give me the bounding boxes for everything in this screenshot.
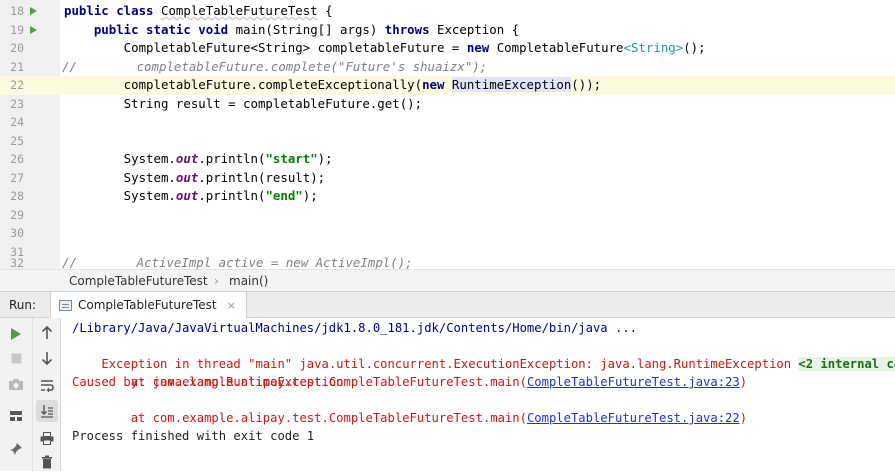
code-line-30[interactable]: 30 [0,224,895,243]
code-text: ); [302,188,318,203]
code-line-20[interactable]: 20 CompletableFuture<String> completable… [0,39,895,58]
code-line-24[interactable]: 24 [0,113,895,132]
soft-wrap-icon[interactable] [36,374,58,396]
keyword: throws [384,21,438,37]
keyword: public static void [93,21,236,37]
comment-marker: // [62,255,77,270]
breadcrumb-method[interactable]: main() [229,274,268,288]
keyword: new [422,77,452,92]
breadcrumb: CompleTableFutureTest › main() [0,269,895,291]
code-line-25[interactable]: 25 [0,132,895,151]
run-gutter-icon[interactable] [30,7,37,15]
trash-icon[interactable] [36,451,58,473]
code-line-28[interactable]: 28 System.out.println("end"); [0,187,895,206]
keyword: new [466,40,497,55]
breadcrumb-class[interactable]: CompleTableFutureTest [69,274,208,288]
run-icon[interactable] [5,323,27,345]
code-text: System. [64,169,176,185]
scroll-to-end-icon[interactable] [36,400,58,422]
class-name: CompleTableFutureTest [160,3,318,18]
layout-icon[interactable] [5,405,27,427]
code-editor[interactable]: 18 public class CompleTableFutureTest { … [0,0,895,270]
down-arrow-icon[interactable] [36,347,58,369]
console-caused-by: Caused by: java.lang.RuntimeException [72,375,344,389]
code-text: { [317,3,333,18]
line-number: 27 [10,170,24,185]
line-number: 22 [10,78,24,92]
code-text: ); [317,151,333,166]
code-line-29[interactable]: 29 [0,206,895,225]
line-number: 19 [10,22,24,37]
console-exit-message: Process finished with exit code 1 [72,429,315,443]
code-text: completableFuture.completeExceptionally( [64,77,423,92]
code-line-22[interactable]: 22 completableFuture.completeExceptional… [0,76,895,95]
pin-icon[interactable] [5,438,27,460]
line-number: 24 [10,115,24,129]
comment-marker: // [62,58,77,74]
code-line-26[interactable]: 26 System.out.println("start"); [0,150,895,169]
code-text: (); [683,40,706,55]
generic-type: <String> [623,40,684,55]
string-literal: "end" [265,188,303,203]
source-link[interactable]: CompleTableFutureTest.java:22 [527,411,740,425]
code-line-19[interactable]: 19 public static void main(String[] args… [0,21,895,40]
code-line-27[interactable]: 27 System.out.println(result); [0,169,895,188]
line-number: 23 [10,96,24,111]
stack-frame-text: ) [739,411,748,425]
breadcrumb-separator: › [214,274,219,288]
code-text: ()); [571,77,602,92]
internal-calls-fold[interactable]: <2 internal calls> [798,357,895,371]
static-field: out [175,188,199,203]
string-literal: "start" [265,151,318,166]
run-tab[interactable]: CompleTableFutureTest × [50,292,247,318]
console-actions-toolbar [33,318,61,471]
stack-frame-text: ) [739,375,748,389]
line-number: 18 [10,4,24,18]
print-icon[interactable] [36,427,58,449]
static-field: out [175,151,199,166]
code-text: String result = completableFuture.get(); [64,95,423,111]
line-number: 28 [10,189,24,203]
comment-text: completableFuture.complete("Future's shu… [76,58,488,74]
code-text: .println( [198,188,266,203]
stack-frame-text: at com.example.alipay.test.CompleTableFu… [101,411,527,425]
code-text: main(String[] args) [235,21,385,37]
code-line-23[interactable]: 23 String result = completableFuture.get… [0,95,895,114]
code-text: .println(result); [198,169,326,185]
close-tab-icon[interactable]: × [227,299,236,312]
code-text: .println( [198,151,266,166]
camera-icon[interactable] [5,373,27,395]
line-number: 30 [10,226,24,240]
code-text: Exception { [437,21,520,37]
run-label: Run: [9,298,37,312]
run-actions-toolbar [0,318,33,471]
stop-icon[interactable] [5,347,27,369]
comment-text: ActiveImpl active = new ActiveImpl(); [76,255,413,270]
code-text: CompletableFuture [496,40,624,55]
run-tool-window-header: Run: CompleTableFutureTest × [0,291,895,318]
line-number: 29 [10,207,24,222]
code-text: System. [64,151,176,166]
up-arrow-icon[interactable] [36,322,58,344]
code-line-18[interactable]: 18 public class CompleTableFutureTest { [0,2,895,21]
code-text: CompletableFuture<String> completableFut… [64,40,467,55]
source-link[interactable]: CompleTableFutureTest.java:23 [527,375,740,389]
console-java-command[interactable]: /Library/Java/JavaVirtualMachines/jdk1.8… [72,319,637,337]
line-number: 26 [10,152,24,166]
line-number: 20 [10,41,24,55]
code-line-21[interactable]: 21 // completableFuture.complete("Future… [0,58,895,77]
keyword: public class [64,3,161,18]
line-number: 25 [10,133,24,148]
code-text: System. [64,188,176,203]
static-field: out [175,169,199,185]
highlighted-identifier: RuntimeException [451,77,572,92]
run-tab-title: CompleTableFutureTest [78,298,217,312]
run-gutter-icon[interactable] [30,25,37,34]
console-tab-icon [59,299,72,311]
run-console-output[interactable]: /Library/Java/JavaVirtualMachines/jdk1.8… [62,318,895,471]
line-number: 21 [10,59,24,74]
